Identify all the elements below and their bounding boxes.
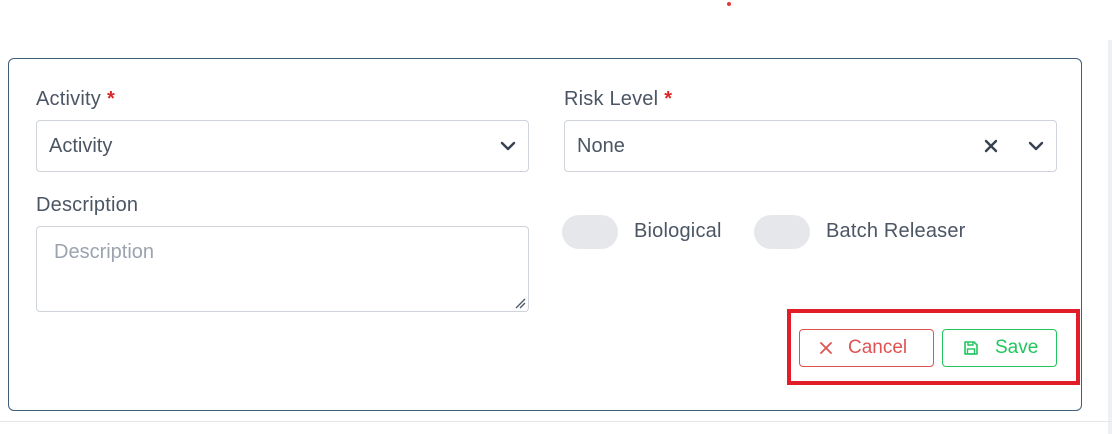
activity-select[interactable]: Activity xyxy=(36,120,529,172)
save-button-label: Save xyxy=(995,337,1039,358)
batch-releaser-toggle-label: Batch Releaser xyxy=(826,220,966,242)
required-asterisk: * xyxy=(664,88,673,110)
cancel-button[interactable]: Cancel xyxy=(799,329,934,367)
risk-level-select[interactable]: None xyxy=(564,120,1057,172)
save-button[interactable]: Save xyxy=(942,329,1057,367)
close-icon xyxy=(820,342,832,354)
scrollbar-track[interactable] xyxy=(1108,40,1112,434)
red-dot-marker xyxy=(727,2,731,6)
activity-label: Activity * xyxy=(36,88,115,111)
batch-releaser-toggle[interactable] xyxy=(754,215,810,249)
biological-toggle-label: Biological xyxy=(634,220,722,242)
activity-select-value: Activity xyxy=(49,134,113,157)
chevron-down-icon[interactable] xyxy=(500,141,516,151)
resize-grip-icon[interactable] xyxy=(515,298,526,309)
risk-level-label: Risk Level * xyxy=(564,88,672,111)
description-label: Description xyxy=(36,194,139,216)
clear-x-icon[interactable] xyxy=(984,139,998,153)
bottom-divider xyxy=(0,421,1112,422)
risk-level-label-text: Risk Level xyxy=(564,88,659,110)
cancel-button-label: Cancel xyxy=(848,337,908,358)
risk-level-select-value: None xyxy=(577,134,625,157)
required-asterisk: * xyxy=(106,88,115,110)
floppy-disk-icon xyxy=(963,340,979,356)
activity-label-text: Activity xyxy=(36,88,101,110)
chevron-down-icon[interactable] xyxy=(1028,141,1044,151)
description-textarea[interactable] xyxy=(36,226,529,312)
biological-toggle[interactable] xyxy=(562,215,618,249)
